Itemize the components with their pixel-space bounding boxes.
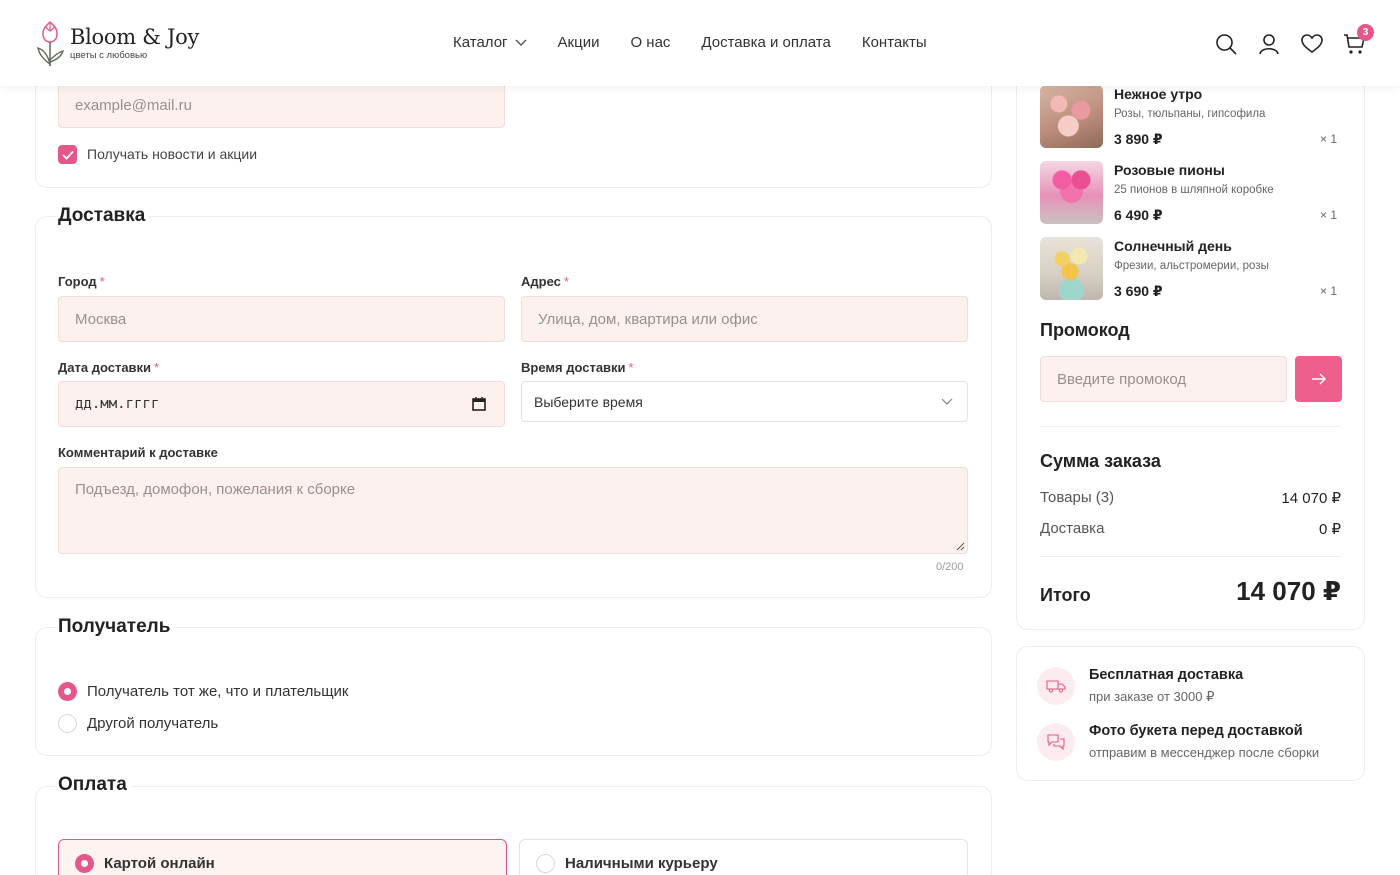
product-desc: Фрезии, альстромерии, розы [1114,260,1269,272]
benefit-subtitle: отправим в мессенджер после сборки [1089,745,1320,760]
date-placeholder: дд.мм.гггг [75,396,160,412]
product-qty: × 1 [1320,132,1338,146]
recipient-title: Получатель [58,616,175,638]
chevron-down-icon [941,398,953,405]
payment-title: Оплата [58,774,131,796]
delivery-comment-textarea[interactable]: Подъезд, домофон, пожелания к сборке [58,467,968,554]
delivery-title: Доставка [58,205,150,227]
newsletter-label: Получать новости и акции [87,146,258,162]
chat-icon [1037,723,1075,761]
benefit-title: Фото букета перед доставкой [1089,723,1303,739]
calendar-icon[interactable] [472,397,486,411]
delivery-time-select[interactable]: Выберите время [521,381,968,422]
delivery-date-field[interactable]: дд.мм.гггг [58,381,505,427]
brand-subtitle: цветы с любовью [70,50,148,61]
promo-title: Промокод [1040,320,1130,340]
promo-placeholder: Введите промокод [1057,370,1187,388]
benefit-title: Бесплатная доставка [1089,667,1244,683]
product-desc: 25 пионов в шляпной коробке [1114,184,1274,196]
delivery-cost-value: 0 ₽ [1318,521,1341,538]
city-label: Город * [58,274,105,289]
product-name[interactable]: Солнечный день [1114,238,1232,254]
divider [1040,426,1341,427]
divider [1040,556,1341,557]
time-select-value: Выберите время [534,393,643,410]
time-label: Время доставки * [521,360,634,375]
recipient-same-label: Получатель тот же, что и плательщик [87,683,349,700]
product-thumb[interactable] [1040,85,1103,148]
product-price: 3 690 ₽ [1114,283,1163,299]
heart-icon[interactable] [1300,32,1324,56]
total-label: Итого [1040,585,1091,605]
product-thumb[interactable] [1040,161,1103,224]
payment-card-label: Картой онлайн [104,855,215,872]
address-label: Адрес * [521,274,569,289]
brand-title: Bloom & Joy [70,25,200,49]
recipient-other-label: Другой получатель [87,715,219,732]
nav-catalog[interactable]: Каталог [453,34,527,51]
email-field[interactable]: example@mail.ru [58,82,505,128]
city-placeholder: Москва [75,310,127,328]
delivery-cost-label: Доставка [1040,520,1105,537]
product-qty: × 1 [1320,284,1338,298]
product-desc: Розы, тюльпаны, гипсофила [1114,108,1266,120]
product-thumb[interactable] [1040,237,1103,300]
comment-placeholder: Подъезд, домофон, пожелания к сборке [75,481,356,498]
resize-handle-icon[interactable] [956,542,965,551]
product-name[interactable]: Розовые пионы [1114,162,1225,178]
city-field[interactable]: Москва [58,296,505,342]
recipient-other-radio[interactable] [58,714,77,733]
user-icon[interactable] [1257,32,1281,56]
date-label: Дата доставки * [58,360,160,375]
comment-counter: 0/200 [936,561,964,573]
payment-cash-label: Наличными курьеру [565,855,718,872]
nav-contacts[interactable]: Контакты [862,34,927,51]
total-value: 14 070 ₽ [1236,576,1341,606]
payment-cash-radio[interactable] [536,854,555,873]
summary-title: Сумма заказа [1040,451,1161,471]
header-actions: 3 [1214,24,1386,56]
apply-promo-button[interactable] [1295,356,1342,402]
nav-delivery-payment[interactable]: Доставка и оплата [701,34,830,51]
benefit-subtitle: при заказе от 3000 ₽ [1089,689,1215,704]
newsletter-checkbox[interactable] [58,145,77,164]
product-price: 3 890 ₽ [1114,131,1163,147]
email-placeholder: example@mail.ru [75,96,192,114]
comment-label: Комментарий к доставке [58,445,218,460]
truck-icon [1037,667,1075,705]
address-placeholder: Улица, дом, квартира или офис [538,310,758,328]
goods-label: Товары (3) [1040,489,1115,506]
address-field[interactable]: Улица, дом, квартира или офис [521,296,968,342]
product-price: 6 490 ₽ [1114,207,1163,223]
nav-catalog-label: Каталог [453,34,508,51]
search-icon[interactable] [1214,32,1238,56]
nav-promotions[interactable]: Акции [558,34,600,51]
arrow-right-icon [1311,373,1326,385]
logo[interactable]: Bloom & Joy цветы с любовью [34,18,199,68]
product-qty: × 1 [1320,208,1338,222]
tulip-logo-icon [37,20,65,66]
chevron-down-icon [515,39,527,46]
site-header: Bloom & Joy цветы с любовью Каталог Акци… [0,0,1400,86]
payment-card-radio[interactable] [75,854,94,873]
promo-code-input[interactable]: Введите промокод [1040,356,1287,402]
main-nav: Каталог Акции О нас Доставка и оплата Ко… [453,34,958,51]
recipient-same-radio[interactable] [58,682,77,701]
cart-icon[interactable]: 3 [1343,24,1374,56]
goods-value: 14 070 ₽ [1281,490,1341,507]
nav-about[interactable]: О нас [630,34,670,51]
product-name[interactable]: Нежное утро [1114,86,1202,102]
cart-count-badge: 3 [1357,24,1374,41]
checkmark-icon [61,150,74,160]
